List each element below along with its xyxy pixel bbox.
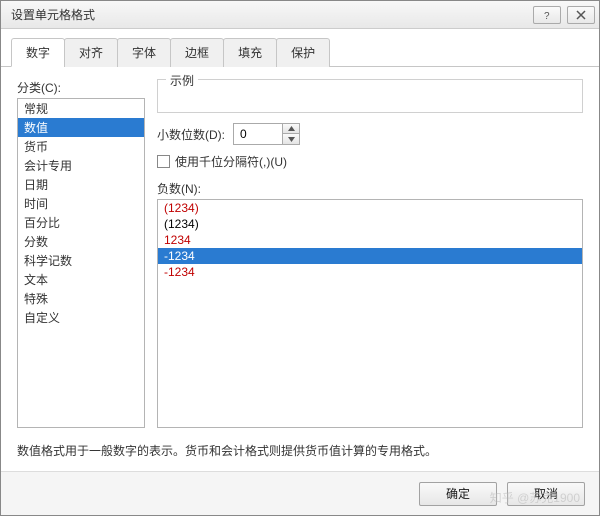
cancel-button[interactable]: 取消: [507, 482, 585, 506]
category-item[interactable]: 时间: [18, 194, 144, 213]
category-item[interactable]: 常规: [18, 99, 144, 118]
spin-up-icon[interactable]: [283, 124, 299, 134]
dialog-window: 设置单元格格式 ? 数字对齐字体边框填充保护 分类(C): 常规数值货币会计专用…: [0, 0, 600, 516]
thousands-checkbox[interactable]: [157, 155, 170, 168]
thousands-label: 使用千位分隔符(,)(U): [175, 153, 287, 170]
content-area: 分类(C): 常规数值货币会计专用日期时间百分比分数科学记数文本特殊自定义 示例…: [1, 67, 599, 471]
decimals-label: 小数位数(D):: [157, 126, 225, 143]
category-column: 分类(C): 常规数值货币会计专用日期时间百分比分数科学记数文本特殊自定义: [17, 79, 145, 428]
tab-5[interactable]: 保护: [276, 38, 330, 67]
negative-listbox[interactable]: (1234)(1234)1234-1234-1234: [157, 199, 583, 428]
negative-item[interactable]: -1234: [158, 248, 582, 264]
sample-fieldset: 示例: [157, 79, 583, 113]
negative-item[interactable]: 1234: [158, 232, 582, 248]
negative-item[interactable]: (1234): [158, 200, 582, 216]
category-item[interactable]: 科学记数: [18, 251, 144, 270]
negative-item[interactable]: (1234): [158, 216, 582, 232]
category-item[interactable]: 特殊: [18, 289, 144, 308]
description-text: 数值格式用于一般数字的表示。货币和会计格式则提供货币值计算的专用格式。: [17, 442, 583, 459]
titlebar: 设置单元格格式 ?: [1, 1, 599, 29]
category-item[interactable]: 分数: [18, 232, 144, 251]
thousands-row[interactable]: 使用千位分隔符(,)(U): [157, 153, 583, 170]
svg-text:?: ?: [544, 11, 550, 20]
category-listbox[interactable]: 常规数值货币会计专用日期时间百分比分数科学记数文本特殊自定义: [17, 98, 145, 428]
negative-label: 负数(N):: [157, 180, 583, 197]
tab-1[interactable]: 对齐: [64, 38, 118, 67]
category-item[interactable]: 数值: [18, 118, 144, 137]
tab-2[interactable]: 字体: [117, 38, 171, 67]
footer: 确定 取消 知乎 @苏克1900: [1, 471, 599, 515]
category-label: 分类(C):: [17, 79, 145, 96]
category-item[interactable]: 百分比: [18, 213, 144, 232]
sample-legend: 示例: [166, 72, 198, 89]
help-button[interactable]: ?: [533, 6, 561, 24]
tab-3[interactable]: 边框: [170, 38, 224, 67]
titlebar-buttons: ?: [533, 6, 595, 24]
tab-0[interactable]: 数字: [11, 38, 65, 67]
decimals-input[interactable]: [234, 124, 282, 144]
decimals-row: 小数位数(D):: [157, 123, 583, 145]
window-title: 设置单元格格式: [11, 6, 533, 23]
ok-button[interactable]: 确定: [419, 482, 497, 506]
negative-item[interactable]: -1234: [158, 264, 582, 280]
spin-down-icon[interactable]: [283, 134, 299, 144]
category-item[interactable]: 会计专用: [18, 156, 144, 175]
category-item[interactable]: 自定义: [18, 308, 144, 327]
category-item[interactable]: 日期: [18, 175, 144, 194]
category-item[interactable]: 货币: [18, 137, 144, 156]
tab-4[interactable]: 填充: [223, 38, 277, 67]
decimals-spinner[interactable]: [233, 123, 300, 145]
category-item[interactable]: 文本: [18, 270, 144, 289]
tab-strip: 数字对齐字体边框填充保护: [1, 29, 599, 67]
close-button[interactable]: [567, 6, 595, 24]
settings-column: 示例 小数位数(D): 使用千位分隔符(,)(U): [157, 79, 583, 428]
